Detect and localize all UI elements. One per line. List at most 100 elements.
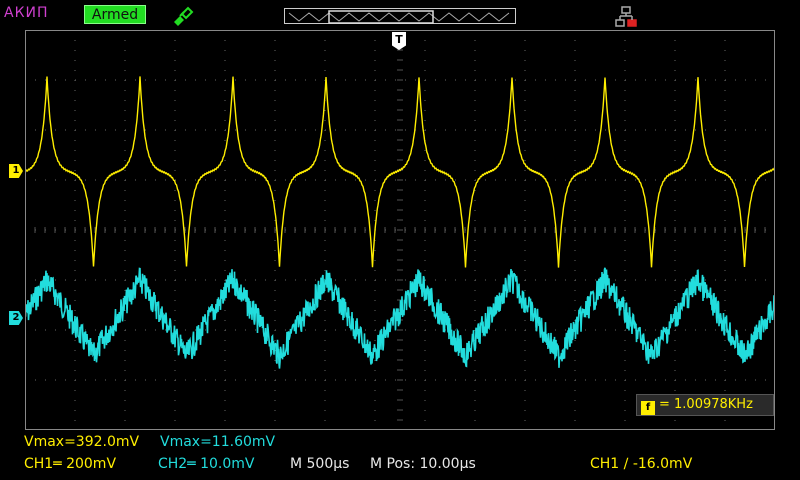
grid-dot [324,190,326,191]
grid-dot [124,250,126,251]
grid-dot [725,179,726,181]
grid-dot [75,79,76,81]
grid-dot [324,40,326,41]
grid-dot [455,279,456,281]
grid-dot [124,200,126,201]
grid-dot [405,329,406,331]
ch1-scale-readout[interactable]: CH1═ 200mV [24,456,116,472]
grid-dot [424,260,426,261]
grid-dot [285,79,286,81]
grid-dot [524,210,526,211]
grid-dot [274,30,276,31]
grid-dot [374,60,376,61]
grid-dot [174,190,176,191]
grid-dot [345,329,346,331]
grid-dot [35,179,36,181]
grid-dot [474,420,476,421]
waveform-display[interactable] [25,30,775,430]
grid-dot [74,200,76,201]
grid-dot [385,279,386,281]
grid-dot [745,379,746,381]
grid-dot [174,200,176,201]
grid-dot [474,310,476,311]
grid-dot [474,290,476,291]
grid-dot [174,370,176,371]
grid-dot [205,179,206,181]
ch2-scale-readout[interactable]: CH2═ 10.0mV [158,456,254,472]
grid-dot [624,40,626,41]
grid-dot [255,79,256,81]
grid-dot [324,300,326,301]
grid-dot [224,190,226,191]
grid-dot [525,129,526,131]
grid-dot [535,379,536,381]
grid-dot [355,279,356,281]
grid-dot [295,79,296,81]
grid-dot [324,320,326,321]
grid-dot [424,310,426,311]
grid-dot [474,270,476,271]
trigger-level-readout[interactable]: CH1 ∕ -16.0mV [590,456,692,472]
grid-dot [74,210,76,211]
grid-dot [195,129,196,131]
grid-dot [724,420,726,421]
grid-dot [685,329,686,331]
timebase-readout[interactable]: M 500µs [290,456,349,472]
grid-dot [605,129,606,131]
grid-dot [574,40,576,41]
grid-dot [305,329,306,331]
grid-dot [624,290,626,291]
grid-dot [555,179,556,181]
grid-dot [224,260,226,261]
grid-dot [474,250,476,251]
grid-dot [574,270,576,271]
grid-dot [725,129,726,131]
memory-buffer-bar[interactable] [284,8,516,24]
grid-dot [524,370,526,371]
grid-dot [35,379,36,381]
grid-dot [574,350,576,351]
grid-dot [685,79,686,81]
grid-dot [625,329,626,331]
grid-dot [174,260,176,261]
grid-dot [385,129,386,131]
grid-dot [555,279,556,281]
grid-dot [374,410,376,411]
grid-dot [45,379,46,381]
grid-dot [595,329,596,331]
grid-dot [315,129,316,131]
probe-icon [174,6,194,26]
grid-dot [655,279,656,281]
grid-dot [575,279,576,281]
grid-dot [665,279,666,281]
grid-dot [324,400,326,401]
ch2-ground-marker[interactable]: 2 [9,311,23,325]
grid-dot [735,79,736,81]
grid-dot [95,279,96,281]
grid-dot [195,179,196,181]
grid-dot [524,420,526,421]
grid-dot [124,50,126,51]
grid-dot [174,300,176,301]
grid-dot [324,210,326,211]
grid-dot [85,329,86,331]
grid-dot [374,290,376,291]
grid-dot [95,179,96,181]
grid-dot [474,40,476,41]
grid-dot [295,279,296,281]
grid-dot [274,60,276,61]
grid-dot [724,290,726,291]
grid-dot [424,350,426,351]
grid-dot [524,220,526,221]
grid-dot [105,129,106,131]
grid-dot [124,290,126,291]
grid-dot [124,160,126,161]
grid-dot [595,279,596,281]
ch1-ground-marker[interactable]: 1 [9,164,23,178]
grid-dot [374,320,376,321]
grid-dot [545,379,546,381]
grid-dot [155,279,156,281]
horizontal-position-readout[interactable]: M Pos: 10.00µs [370,456,476,472]
grid-dot [524,150,526,151]
acquisition-status-badge[interactable]: Armed [84,5,146,24]
